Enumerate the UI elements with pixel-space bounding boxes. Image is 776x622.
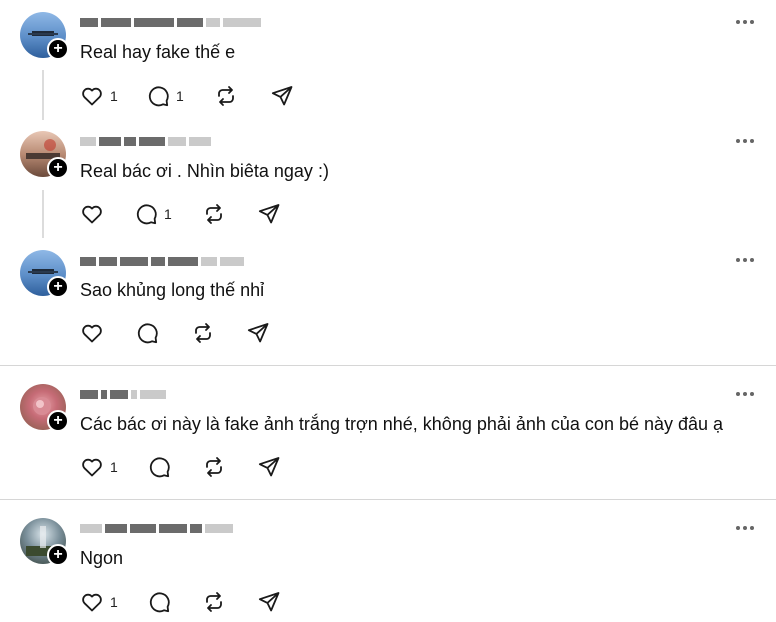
more-icon[interactable] bbox=[736, 20, 756, 26]
thread-divider bbox=[0, 365, 776, 366]
reply-button[interactable] bbox=[147, 590, 177, 614]
thread-line bbox=[42, 70, 44, 120]
like-count: 1 bbox=[110, 459, 118, 475]
comment-text: Các bác ơi này là fake ảnh trắng trợn nh… bbox=[80, 414, 724, 434]
reply-button[interactable] bbox=[135, 321, 165, 345]
follow-plus-icon[interactable]: + bbox=[47, 410, 69, 432]
heart-icon bbox=[82, 324, 102, 343]
comment-icon bbox=[137, 323, 158, 344]
send-icon bbox=[247, 323, 269, 343]
repost-button[interactable] bbox=[214, 84, 238, 108]
like-count: 1 bbox=[110, 88, 118, 104]
reply-button[interactable]: 1 bbox=[146, 84, 184, 108]
more-icon[interactable] bbox=[736, 258, 756, 264]
share-button[interactable] bbox=[270, 84, 294, 108]
repost-button[interactable] bbox=[202, 202, 226, 226]
username-blurred[interactable] bbox=[80, 388, 166, 400]
follow-plus-icon[interactable]: + bbox=[47, 544, 69, 566]
follow-plus-icon[interactable]: + bbox=[47, 38, 69, 60]
send-icon bbox=[271, 86, 293, 106]
repost-icon bbox=[218, 86, 234, 106]
more-icon[interactable] bbox=[736, 526, 756, 532]
repost-icon bbox=[206, 592, 222, 612]
send-icon bbox=[258, 457, 280, 477]
like-button[interactable]: 1 bbox=[80, 455, 118, 479]
more-icon[interactable] bbox=[736, 392, 756, 398]
like-button[interactable]: 1 bbox=[80, 84, 118, 108]
comment-text: Sao khủng long thế nhỉ bbox=[80, 280, 265, 300]
comment-icon bbox=[148, 86, 169, 107]
repost-icon bbox=[206, 204, 222, 224]
like-count: 1 bbox=[110, 594, 118, 610]
comment-text: Ngon bbox=[80, 548, 124, 568]
share-button[interactable] bbox=[257, 202, 281, 226]
username-blurred[interactable] bbox=[80, 16, 261, 28]
username-blurred[interactable] bbox=[80, 255, 244, 267]
reply-button[interactable] bbox=[147, 455, 177, 479]
follow-plus-icon[interactable]: + bbox=[47, 157, 69, 179]
reply-count: 1 bbox=[164, 206, 172, 222]
share-button[interactable] bbox=[257, 590, 281, 614]
repost-button[interactable] bbox=[202, 590, 226, 614]
comment-icon bbox=[149, 592, 170, 613]
repost-button[interactable] bbox=[191, 321, 215, 345]
heart-icon bbox=[82, 458, 102, 477]
reply-button[interactable]: 1 bbox=[134, 202, 172, 226]
more-icon[interactable] bbox=[736, 139, 756, 145]
comment-text: Real hay fake thế e bbox=[80, 42, 236, 62]
like-button[interactable] bbox=[80, 321, 110, 345]
reply-count: 1 bbox=[176, 88, 184, 104]
comment-icon bbox=[136, 204, 157, 225]
thread-line bbox=[42, 190, 44, 238]
comment-text: Real bác ơi . Nhìn biêta ngay :) bbox=[80, 161, 329, 181]
share-button[interactable] bbox=[246, 321, 270, 345]
like-button[interactable] bbox=[80, 202, 110, 226]
repost-icon bbox=[206, 457, 222, 477]
like-button[interactable]: 1 bbox=[80, 590, 118, 614]
username-blurred[interactable] bbox=[80, 135, 211, 147]
send-icon bbox=[258, 592, 280, 612]
heart-icon bbox=[82, 87, 102, 106]
share-button[interactable] bbox=[257, 455, 281, 479]
follow-plus-icon[interactable]: + bbox=[47, 276, 69, 298]
username-blurred[interactable] bbox=[80, 522, 233, 534]
repost-icon bbox=[195, 323, 211, 343]
comment-icon bbox=[149, 457, 170, 478]
repost-button[interactable] bbox=[202, 455, 226, 479]
send-icon bbox=[258, 204, 280, 224]
heart-icon bbox=[82, 593, 102, 612]
heart-icon bbox=[82, 205, 102, 224]
thread-divider bbox=[0, 499, 776, 500]
